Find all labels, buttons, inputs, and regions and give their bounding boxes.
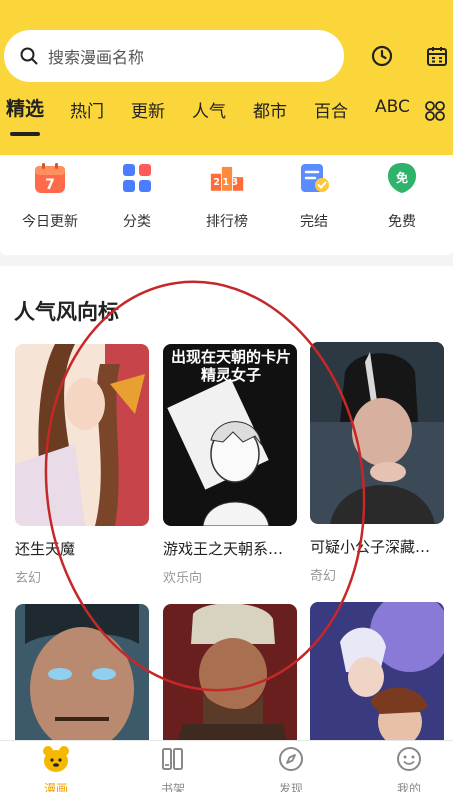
shortcut-today-update[interactable]: 7 今日更新: [12, 161, 88, 231]
nav-label: 漫画: [43, 782, 68, 792]
comic-cover: 出现在天朝的卡片精灵女子: [163, 344, 297, 526]
tab-yuri[interactable]: 百合: [314, 97, 348, 122]
comic-cover: [15, 344, 149, 526]
nav-bookshelf[interactable]: 书架: [133, 745, 213, 792]
comic-title: 可疑小公子深藏…: [310, 538, 431, 556]
grid-menu-icon[interactable]: [424, 100, 446, 122]
podium-icon: 213: [210, 166, 244, 191]
tab-urban[interactable]: 都市: [253, 97, 287, 122]
comic-genre: 奇幻: [310, 569, 337, 584]
search-placeholder: 搜索漫画名称: [48, 48, 145, 67]
comic-title: 游戏王之天朝系…: [163, 540, 284, 558]
nav-label: 发现: [278, 782, 303, 792]
tab-hot[interactable]: 热门: [70, 97, 104, 122]
comic-genre: 玄幻: [15, 571, 42, 586]
calendar-day-text: 7: [45, 177, 55, 193]
tab-abc[interactable]: ABC: [375, 97, 410, 117]
comic-card[interactable]: 出现在天朝的卡片精灵女子 游戏王之天朝系… 欢乐向: [163, 344, 297, 586]
shortcut-label: 分类: [123, 214, 151, 230]
cover-title-text: 出现在天朝的卡片精灵女子: [170, 348, 291, 384]
active-tab-indicator: [10, 132, 40, 136]
shortcut-category[interactable]: 分类: [99, 161, 175, 231]
nav-mine[interactable]: 我的: [369, 745, 449, 792]
calendar-7-icon: 7: [35, 163, 65, 193]
comic-card[interactable]: 还生天魔 玄幻: [15, 344, 149, 586]
nav-label: 我的: [396, 782, 421, 792]
bottom-nav: 漫画 书架 发现 我的: [0, 740, 453, 792]
bear-icon: [43, 746, 69, 772]
clock-icon[interactable]: [370, 44, 394, 68]
category-shortcuts: 7 今日更新 分类 213 排行榜 完结 免 免费: [0, 155, 453, 255]
calendar-icon[interactable]: [425, 44, 449, 68]
nav-comics[interactable]: 漫画: [16, 745, 96, 792]
shortcut-finished[interactable]: 完结: [276, 161, 352, 231]
compass-icon: [279, 747, 303, 771]
tab-updated[interactable]: 更新: [131, 97, 165, 122]
free-icon-text: 免: [396, 170, 408, 185]
tab-featured[interactable]: 精选: [6, 94, 44, 121]
nav-label: 书架: [160, 782, 185, 792]
bookshelf-icon: [162, 748, 183, 770]
top-header: 搜索漫画名称 精选 热门 更新 人气 都市 百合 ABC: [0, 0, 453, 155]
comic-cover: [310, 342, 444, 524]
shortcut-label: 完结: [300, 214, 328, 230]
shortcut-label: 今日更新: [22, 214, 78, 230]
category-tabs: 精选 热门 更新 人气 都市 百合 ABC: [0, 94, 453, 134]
comic-title: 还生天魔: [15, 540, 76, 558]
shortcut-ranking[interactable]: 213 排行榜: [189, 161, 265, 231]
shortcut-label: 排行榜: [206, 214, 248, 230]
comic-genre: 欢乐向: [163, 571, 203, 586]
popular-section: 人气风向标 还生天魔 玄幻 出现在天朝的卡片精灵女子 游戏王之天朝系… 欢乐向 …: [0, 266, 453, 786]
podium-text: 213: [213, 177, 240, 188]
shortcut-label: 免费: [388, 214, 416, 230]
free-icon: 免: [388, 163, 416, 193]
search-icon: [20, 47, 38, 65]
search-bar[interactable]: 搜索漫画名称: [4, 30, 344, 82]
nav-discover[interactable]: 发现: [251, 745, 331, 792]
tab-popular[interactable]: 人气: [192, 97, 226, 122]
category-icon: [123, 164, 151, 192]
shortcut-free[interactable]: 免 免费: [364, 161, 440, 231]
comic-card[interactable]: 可疑小公子深藏… 奇幻: [310, 342, 444, 584]
section-title: 人气风向标: [14, 300, 119, 324]
profile-face-icon: [397, 747, 421, 771]
finished-icon: [301, 164, 329, 192]
